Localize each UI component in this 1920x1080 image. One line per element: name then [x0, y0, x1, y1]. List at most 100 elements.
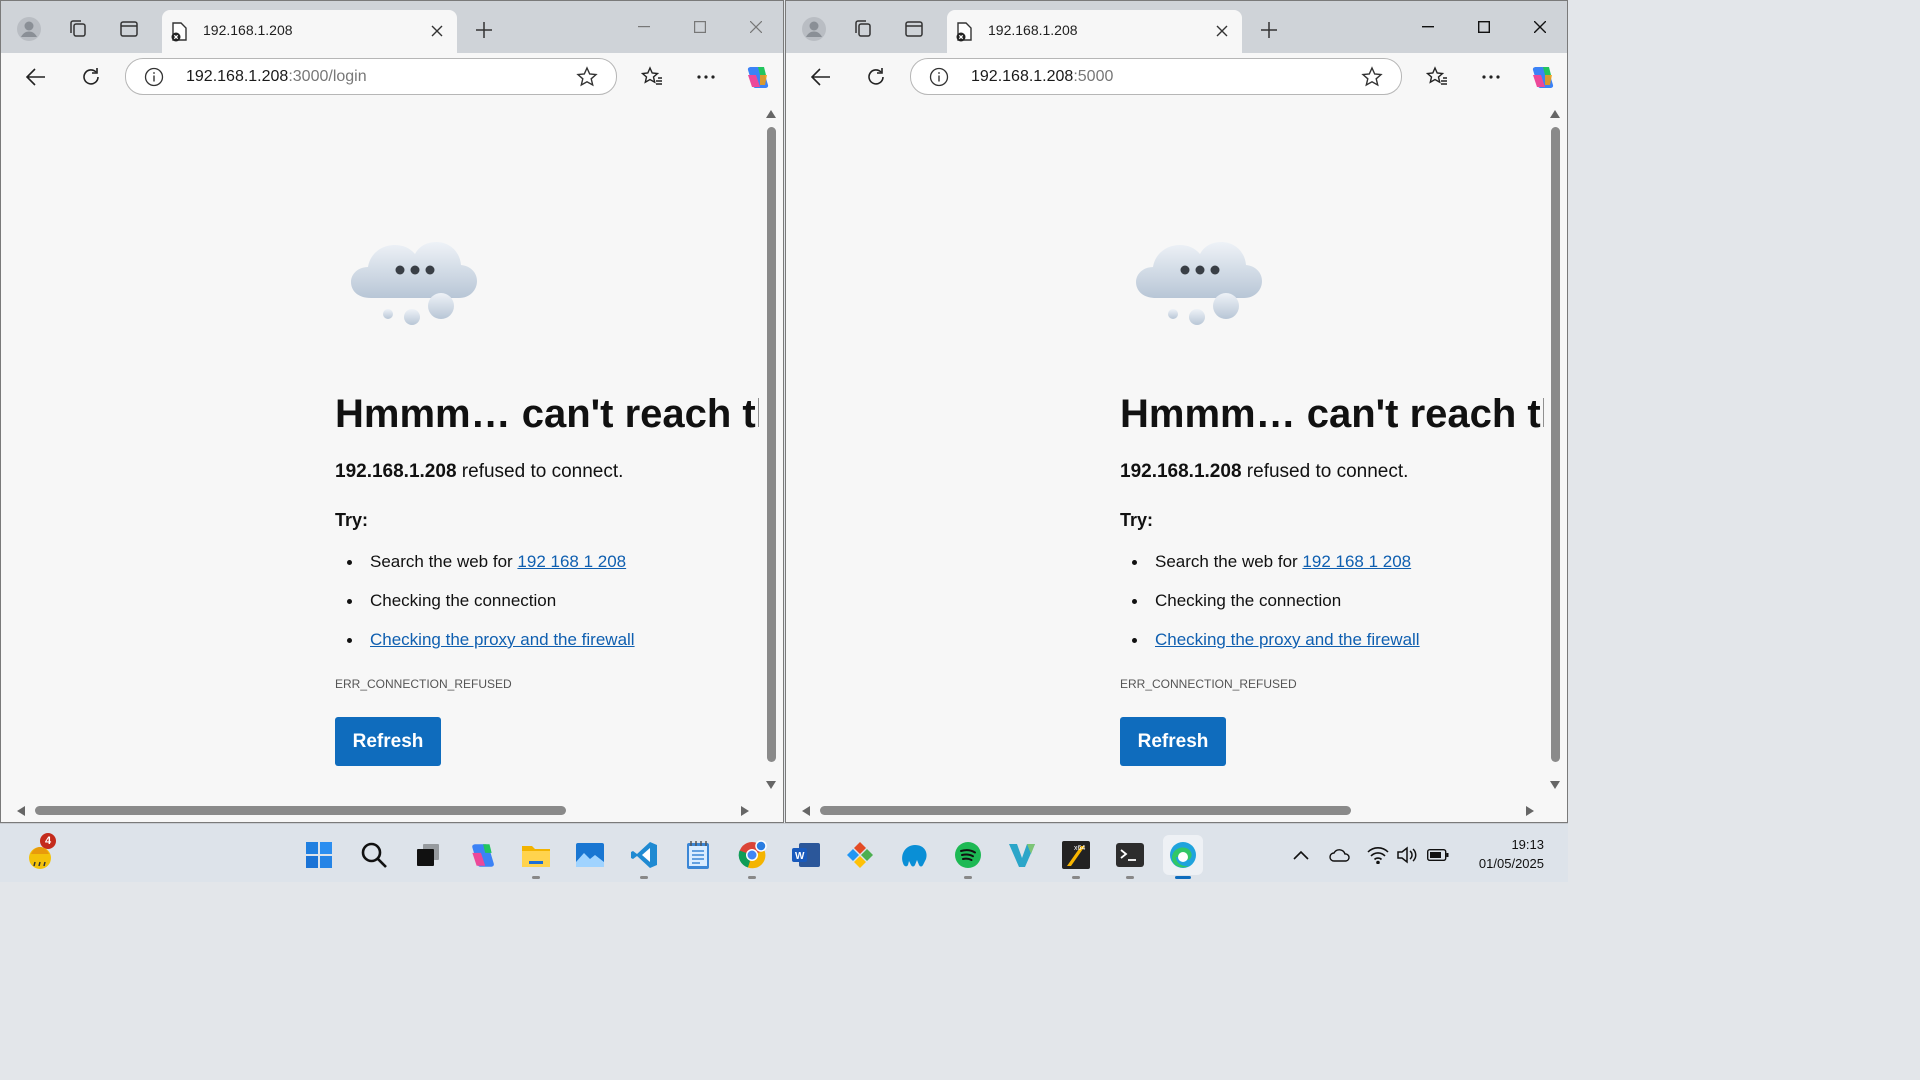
- git-icon[interactable]: [840, 835, 880, 875]
- workspaces-icon[interactable]: [847, 13, 879, 45]
- error-headline: Hmmm… can't reach thi: [1120, 392, 1544, 436]
- browser-window-left: 192.168.1.208 192.168.1.208:3000/login H…: [0, 0, 784, 823]
- vertical-tabs-icon[interactable]: [898, 13, 930, 45]
- battery-icon[interactable]: [1418, 835, 1458, 875]
- vertical-scrollbar[interactable]: [757, 100, 783, 803]
- page-error-icon: [170, 22, 188, 47]
- horizontal-scroll-thumb[interactable]: [35, 806, 566, 815]
- active-tab[interactable]: 192.168.1.208: [947, 10, 1242, 53]
- suggestion-proxy: Checking the proxy and the firewall: [347, 630, 635, 650]
- notepad-icon[interactable]: [678, 835, 718, 875]
- close-tab-icon[interactable]: [1208, 17, 1236, 45]
- favorite-star-icon[interactable]: [1361, 66, 1383, 93]
- maximize-icon[interactable]: [1461, 11, 1507, 43]
- suggestion-connection-text: Checking the connection: [370, 591, 557, 610]
- proxy-firewall-link[interactable]: Checking the proxy and the firewall: [370, 630, 635, 649]
- scroll-left-icon[interactable]: [802, 806, 810, 816]
- scroll-right-icon[interactable]: [1526, 806, 1534, 816]
- close-window-icon[interactable]: [1517, 11, 1563, 43]
- search-web-link[interactable]: 192 168 1 208: [517, 552, 626, 571]
- close-window-icon[interactable]: [733, 11, 779, 43]
- suggestion-proxy: Checking the proxy and the firewall: [1132, 630, 1420, 650]
- active-tab[interactable]: 192.168.1.208: [162, 10, 457, 53]
- photos-icon[interactable]: [570, 835, 610, 875]
- close-tab-icon[interactable]: [423, 17, 451, 45]
- search-web-link[interactable]: 192 168 1 208: [1302, 552, 1411, 571]
- mysql-workbench-icon[interactable]: [894, 835, 934, 875]
- copilot-icon[interactable]: [741, 61, 773, 93]
- chevron-up-icon[interactable]: [1281, 835, 1321, 875]
- vertical-scrollbar[interactable]: [1541, 100, 1567, 803]
- visual-studio-icon[interactable]: [1002, 835, 1042, 875]
- error-subtitle: 192.168.1.208 refused to connect.: [335, 461, 623, 483]
- more-menu-icon[interactable]: [690, 61, 722, 93]
- suggestion-connection: Checking the connection: [1132, 591, 1341, 611]
- refresh-button[interactable]: Refresh: [1120, 717, 1226, 766]
- minimize-icon[interactable]: [1405, 11, 1451, 43]
- favorite-star-icon[interactable]: [576, 66, 598, 93]
- vertical-tabs-icon[interactable]: [113, 13, 145, 45]
- copilot-icon[interactable]: [1526, 61, 1558, 93]
- back-icon[interactable]: [20, 61, 52, 93]
- horizontal-scroll-thumb[interactable]: [820, 806, 1351, 815]
- scroll-left-icon[interactable]: [17, 806, 25, 816]
- horizontal-scrollbar[interactable]: [1, 801, 757, 822]
- scroll-right-icon[interactable]: [741, 806, 749, 816]
- scroll-up-icon[interactable]: [766, 110, 776, 118]
- suggestion-connection: Checking the connection: [347, 591, 556, 611]
- xampp-icon[interactable]: x64: [1056, 835, 1096, 879]
- new-tab-icon[interactable]: [1253, 14, 1285, 46]
- horizontal-scrollbar[interactable]: [786, 801, 1541, 822]
- address-bar[interactable]: 192.168.1.208:5000: [910, 58, 1402, 95]
- taskbar: W x64 19:13 01/05/2025: [0, 823, 1568, 882]
- scroll-down-icon[interactable]: [1550, 781, 1560, 789]
- reload-icon[interactable]: [75, 61, 107, 93]
- info-icon[interactable]: [144, 67, 164, 92]
- error-message: refused to connect.: [1241, 461, 1409, 482]
- vscode-icon[interactable]: [624, 835, 664, 879]
- favorites-icon[interactable]: [636, 61, 668, 93]
- search-icon[interactable]: [354, 835, 394, 875]
- word-icon[interactable]: W: [786, 835, 826, 875]
- edge-icon[interactable]: [1163, 835, 1203, 879]
- profile-icon[interactable]: [13, 13, 45, 45]
- vertical-scroll-thumb[interactable]: [767, 127, 776, 762]
- scroll-up-icon[interactable]: [1550, 110, 1560, 118]
- minimize-icon[interactable]: [621, 11, 667, 43]
- profile-icon[interactable]: [798, 13, 830, 45]
- suggestion-connection-text: Checking the connection: [1155, 591, 1342, 610]
- info-icon[interactable]: [929, 67, 949, 92]
- copilot-icon[interactable]: [462, 835, 502, 875]
- back-icon[interactable]: [805, 61, 837, 93]
- refresh-button[interactable]: Refresh: [335, 717, 441, 766]
- onedrive-icon[interactable]: [1320, 835, 1360, 875]
- workspaces-icon[interactable]: [62, 13, 94, 45]
- error-page: Hmmm… can't reach thi 192.168.1.208 refu…: [786, 100, 1567, 822]
- clock[interactable]: 19:13 01/05/2025: [1479, 835, 1544, 873]
- file-explorer-icon[interactable]: [516, 835, 556, 879]
- error-code: ERR_CONNECTION_REFUSED: [1120, 677, 1297, 691]
- start-icon[interactable]: [299, 835, 339, 875]
- tab-title: 192.168.1.208: [203, 22, 293, 38]
- more-menu-icon[interactable]: [1475, 61, 1507, 93]
- favorites-icon[interactable]: [1421, 61, 1453, 93]
- toolbar: 192.168.1.208:3000/login: [1, 53, 783, 100]
- new-tab-icon[interactable]: [468, 14, 500, 46]
- spotify-icon[interactable]: [948, 835, 988, 879]
- task-view-icon[interactable]: [408, 835, 448, 875]
- terminal-icon[interactable]: [1110, 835, 1150, 879]
- chrome-icon[interactable]: [732, 835, 772, 879]
- proxy-firewall-link[interactable]: Checking the proxy and the firewall: [1155, 630, 1420, 649]
- error-host: 192.168.1.208: [1120, 461, 1242, 482]
- reload-icon[interactable]: [860, 61, 892, 93]
- url-host: 192.168.1.208: [186, 68, 289, 85]
- scroll-down-icon[interactable]: [766, 781, 776, 789]
- vertical-scroll-thumb[interactable]: [1551, 127, 1560, 762]
- error-subtitle: 192.168.1.208 refused to connect.: [1120, 461, 1408, 483]
- error-code: ERR_CONNECTION_REFUSED: [335, 677, 512, 691]
- url-host: 192.168.1.208: [971, 68, 1074, 85]
- address-bar[interactable]: 192.168.1.208:3000/login: [125, 58, 617, 95]
- weather-badge: 4: [40, 833, 56, 849]
- maximize-icon[interactable]: [677, 11, 723, 43]
- svg-text:x64: x64: [1074, 845, 1085, 852]
